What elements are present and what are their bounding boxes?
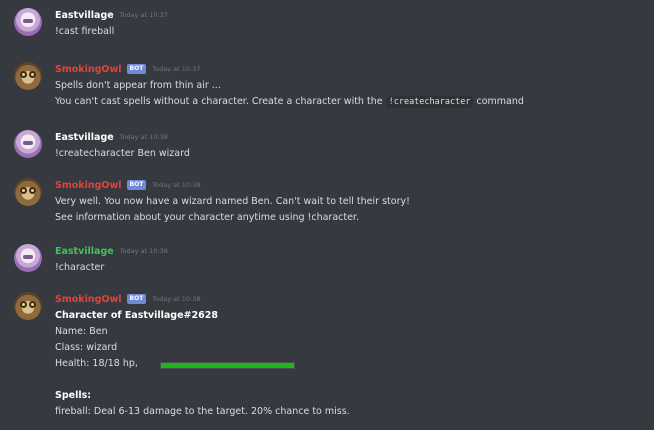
spells-title: Spells:: [55, 390, 92, 401]
message-text: !character: [55, 262, 105, 273]
message-text: See information about your character any…: [55, 212, 359, 223]
message-text: Spells don't appear from thin air ...: [55, 80, 221, 91]
owl-avatar-icon[interactable]: [14, 178, 42, 206]
message: Eastvillage Today at 10:38 !createcharac…: [0, 128, 654, 176]
character-title: Character of Eastvillage#2628: [55, 310, 218, 321]
message-text-part: command: [473, 96, 524, 107]
author-name[interactable]: SmokingOwl: [55, 64, 122, 75]
spell-entry: fireball: Deal 6-13 damage to the target…: [55, 406, 350, 417]
character-name: Name: Ben: [55, 326, 108, 337]
timestamp: Today at 10:37: [152, 65, 201, 73]
anime-girl-avatar-icon[interactable]: [14, 244, 42, 272]
anime-girl-avatar-icon[interactable]: [14, 130, 42, 158]
message: SmokingOwl BOT Today at 10:37 Spells don…: [0, 60, 654, 128]
timestamp: Today at 10:38: [119, 133, 168, 141]
message-text: You can't cast spells without a characte…: [55, 94, 644, 110]
inline-code: !createcharacter: [385, 96, 474, 108]
character-class: Class: wizard: [55, 342, 118, 353]
timestamp: Today at 10:38: [152, 181, 201, 189]
bot-badge: BOT: [126, 294, 147, 304]
health-bar-fill: [160, 362, 294, 368]
message: Eastvillage Today at 10:38 !character: [0, 242, 654, 290]
message: SmokingOwl BOT Today at 10:38 Character …: [0, 290, 654, 420]
owl-avatar-icon[interactable]: [14, 62, 42, 90]
timestamp: Today at 10:37: [119, 11, 168, 19]
bot-badge: BOT: [126, 64, 147, 74]
anime-girl-avatar-icon[interactable]: [14, 8, 42, 36]
health-label: Health: 18/18 hp,: [55, 358, 138, 369]
author-name[interactable]: Eastvillage: [55, 10, 114, 21]
owl-avatar-icon[interactable]: [14, 292, 42, 320]
message-text: !createcharacter Ben wizard: [55, 148, 190, 159]
author-name[interactable]: Eastvillage: [55, 132, 114, 143]
author-name[interactable]: Eastvillage: [55, 246, 114, 257]
message-text: Very well. You now have a wizard named B…: [55, 196, 410, 207]
timestamp: Today at 10:38: [152, 295, 201, 303]
message: SmokingOwl BOT Today at 10:38 Very well.…: [0, 176, 654, 242]
bot-badge: BOT: [126, 180, 147, 190]
health-row: Health: 18/18 hp,: [55, 356, 644, 372]
message-text-part: You can't cast spells without a characte…: [55, 96, 386, 107]
timestamp: Today at 10:38: [119, 247, 168, 255]
message: Eastvillage Today at 10:37 !cast firebal…: [0, 6, 654, 54]
health-bar: [159, 361, 295, 369]
chat-messages: Eastvillage Today at 10:37 !cast firebal…: [0, 0, 654, 430]
message-text: !cast fireball: [55, 26, 115, 37]
author-name[interactable]: SmokingOwl: [55, 180, 122, 191]
author-name[interactable]: SmokingOwl: [55, 294, 122, 305]
